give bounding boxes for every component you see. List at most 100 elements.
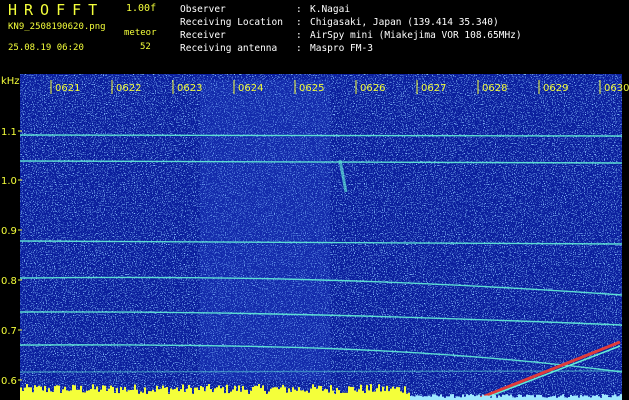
floor-bar bbox=[22, 390, 24, 400]
floor-bar bbox=[160, 388, 162, 400]
floor-bar bbox=[194, 387, 196, 400]
floor-bar bbox=[44, 386, 46, 400]
floor-bar bbox=[594, 395, 596, 400]
floor-bar bbox=[616, 396, 618, 400]
floor-bar bbox=[324, 389, 326, 400]
floor-bar bbox=[574, 395, 576, 400]
y-tick-label: 1.1 bbox=[1, 127, 17, 138]
floor-bar bbox=[136, 389, 138, 400]
info-row-receiver: Receiver: AirSpy mini (Miakejima VOR 108.… bbox=[180, 30, 522, 41]
y-axis-labels: 1.1 1.0 0.9 0.8 0.7 0.6 bbox=[1, 127, 22, 387]
floor-bar bbox=[204, 391, 206, 400]
floor-bar bbox=[274, 387, 276, 400]
floor-bar bbox=[278, 389, 280, 400]
floor-bar bbox=[106, 390, 108, 400]
unit-label: kHz bbox=[1, 76, 20, 87]
floor-bar bbox=[76, 389, 78, 400]
floor-bar bbox=[346, 392, 348, 400]
floor-bar bbox=[28, 387, 30, 400]
floor-bar bbox=[202, 387, 204, 400]
floor-bar bbox=[150, 391, 152, 400]
floor-bar bbox=[302, 390, 304, 400]
floor-bar bbox=[394, 388, 396, 400]
meteor-count: 52 bbox=[140, 42, 151, 52]
floor-bar bbox=[86, 390, 88, 400]
floor-bar bbox=[272, 387, 274, 400]
info-value: Maspro FM-3 bbox=[310, 43, 373, 54]
info-value: AirSpy mini (Miakejima VOR 108.65MHz) bbox=[310, 30, 522, 41]
floor-bar bbox=[310, 388, 312, 400]
floor-bar bbox=[508, 395, 510, 400]
floor-bar bbox=[270, 388, 272, 400]
floor-bar bbox=[360, 384, 362, 400]
floor-bar bbox=[560, 395, 562, 400]
floor-bar bbox=[520, 394, 522, 400]
info-row-antenna: Receiving antenna: Maspro FM-3 bbox=[180, 43, 373, 54]
floor-bar bbox=[536, 394, 538, 400]
floor-bar bbox=[532, 395, 534, 400]
floor-bar bbox=[296, 390, 298, 400]
floor-bar bbox=[348, 386, 350, 400]
floor-bar bbox=[128, 390, 130, 400]
floor-bar bbox=[176, 387, 178, 400]
floor-bar bbox=[156, 385, 158, 400]
floor-bar bbox=[148, 391, 150, 400]
floor-bar bbox=[420, 395, 422, 400]
floor-bar bbox=[620, 394, 622, 400]
floor-bar bbox=[328, 392, 330, 400]
floor-bar bbox=[530, 395, 532, 400]
app-version: 1.00f bbox=[126, 3, 157, 14]
floor-bar bbox=[410, 396, 412, 400]
floor-bar bbox=[494, 395, 496, 400]
floor-bar bbox=[246, 389, 248, 400]
floor-bar bbox=[352, 386, 354, 400]
floor-bar bbox=[24, 387, 26, 400]
floor-bar bbox=[526, 394, 528, 400]
floor-bar bbox=[20, 387, 22, 400]
floor-bar bbox=[116, 388, 118, 400]
floor-bar bbox=[26, 384, 28, 400]
floor-bar bbox=[618, 396, 620, 400]
floor-bar bbox=[98, 391, 100, 400]
floor-bar bbox=[334, 393, 336, 400]
floor-bar bbox=[62, 389, 64, 400]
floor-bar bbox=[228, 393, 230, 400]
floor-bar bbox=[210, 389, 212, 400]
floor-bar bbox=[30, 387, 32, 400]
floor-bar bbox=[58, 385, 60, 400]
trace-line bbox=[19, 370, 623, 373]
floor-bar bbox=[364, 393, 366, 400]
floor-bar bbox=[240, 391, 242, 400]
floor-bar bbox=[448, 396, 450, 400]
floor-bar bbox=[206, 386, 208, 400]
floor-bar bbox=[446, 396, 448, 400]
floor-bar bbox=[320, 385, 322, 400]
floor-bar bbox=[124, 387, 126, 400]
floor-bar bbox=[408, 392, 410, 400]
floor-bar bbox=[38, 385, 40, 400]
floor-bar bbox=[42, 390, 44, 400]
x-tick-label: 0624 bbox=[238, 83, 263, 94]
floor-bar bbox=[108, 388, 110, 400]
floor-bar bbox=[244, 389, 246, 400]
floor-bar bbox=[102, 385, 104, 400]
floor-bar bbox=[562, 394, 564, 400]
floor-bar bbox=[180, 389, 182, 400]
floor-bar bbox=[482, 394, 484, 400]
floor-bar bbox=[262, 385, 264, 400]
floor-bar bbox=[312, 384, 314, 400]
floor-bar bbox=[404, 386, 406, 400]
floor-bar bbox=[80, 385, 82, 400]
floor-bar bbox=[234, 385, 236, 400]
floor-bar bbox=[96, 386, 98, 400]
floor-bar bbox=[230, 391, 232, 400]
floor-bar bbox=[46, 392, 48, 400]
floor-bar bbox=[218, 385, 220, 400]
floor-bar bbox=[614, 394, 616, 400]
floor-bar bbox=[54, 386, 56, 400]
floor-bar bbox=[268, 391, 270, 400]
floor-bar bbox=[110, 385, 112, 400]
floor-bar bbox=[232, 389, 234, 400]
floor-bar bbox=[284, 387, 286, 400]
floor-bar bbox=[290, 391, 292, 400]
